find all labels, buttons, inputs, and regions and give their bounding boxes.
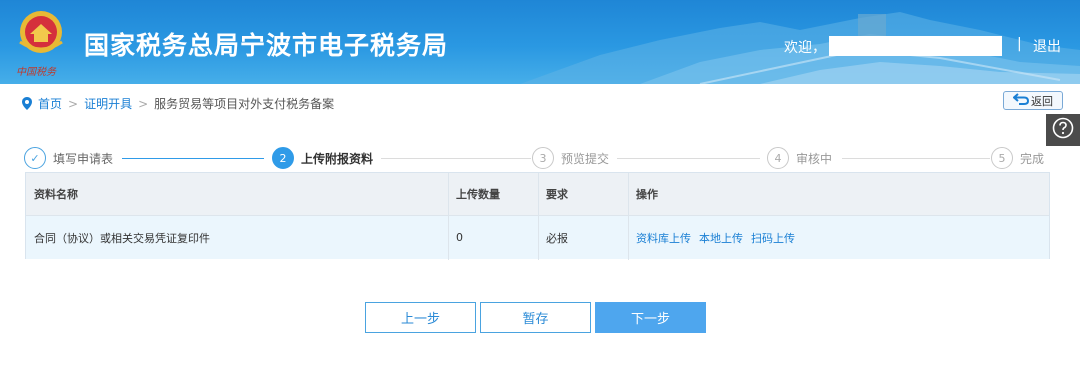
header-separator: | [1017, 36, 1022, 52]
save-draft-button[interactable]: 暂存 [480, 302, 591, 333]
step-connector [122, 158, 264, 159]
step-connector [617, 158, 760, 159]
return-arrow-icon [1012, 93, 1030, 108]
welcome-text: 欢迎， [784, 40, 826, 56]
material-name: 合同（协议）或相关交易凭证复印件 [34, 231, 210, 245]
username-redacted [829, 36, 1002, 56]
upload-count: 0 [456, 231, 463, 244]
step-under-review: 4 审核中 [767, 147, 832, 169]
progress-steps: ✓ 填写申请表 2 上传附报资料 3 预览提交 4 审核中 5 完成 [24, 147, 1054, 171]
step-number: 4 [767, 147, 789, 169]
step-number: 2 [272, 147, 294, 169]
back-button[interactable]: 返回 [1003, 91, 1063, 110]
step-label: 完成 [1020, 151, 1045, 166]
step-connector [381, 158, 531, 159]
location-pin-icon [22, 97, 32, 110]
step-complete: 5 完成 [991, 147, 1044, 169]
breadcrumb-arrow: > [138, 96, 149, 111]
next-step-button[interactable]: 下一步 [595, 302, 706, 333]
breadcrumb-home-link[interactable]: 首页 [38, 95, 62, 112]
actions-cell: 资料库上传 本地上传 扫码上传 [628, 216, 1048, 259]
breadcrumb: 首页 > 证明开具 > 服务贸易等项目对外支付税务备案 [22, 95, 334, 112]
back-button-label: 返回 [1031, 94, 1053, 108]
help-button[interactable] [1046, 114, 1080, 146]
step-label: 填写申请表 [53, 151, 114, 166]
step-number: 5 [991, 147, 1013, 169]
step-label: 预览提交 [561, 151, 610, 166]
breadcrumb-current: 服务贸易等项目对外支付税务备案 [154, 97, 335, 111]
step-connector [842, 158, 990, 159]
column-divider [538, 173, 539, 260]
checkmark-icon: ✓ [24, 147, 46, 169]
header-banner: 中国税务 国家税务总局宁波市电子税务局 欢迎， | 退出 [0, 0, 1080, 84]
breadcrumb-certificate-link[interactable]: 证明开具 [84, 95, 132, 112]
emblem-text: 中国税务 [16, 67, 56, 78]
column-header-requirement: 要求 [546, 188, 568, 201]
step-fill-form: ✓ 填写申请表 [24, 147, 113, 169]
local-upload-link[interactable]: 本地上传 [699, 230, 743, 246]
site-title: 国家税务总局宁波市电子税务局 [84, 31, 449, 60]
tax-emblem-logo: 中国税务 [12, 6, 70, 78]
step-number: 3 [532, 147, 554, 169]
step-preview-submit: 3 预览提交 [532, 147, 609, 169]
previous-step-button[interactable]: 上一步 [365, 302, 476, 333]
column-header-name: 资料名称 [34, 188, 78, 201]
column-divider [448, 173, 449, 260]
step-upload-materials: 2 上传附报资料 [272, 147, 373, 169]
step-label: 审核中 [796, 151, 833, 166]
scan-upload-link[interactable]: 扫码上传 [751, 230, 795, 246]
step-label: 上传附报资料 [301, 151, 374, 166]
breadcrumb-arrow: > [68, 96, 79, 111]
column-header-actions: 操作 [636, 188, 658, 201]
question-icon [1052, 117, 1074, 143]
column-header-count: 上传数量 [456, 188, 500, 201]
column-divider [628, 173, 629, 260]
library-upload-link[interactable]: 资料库上传 [636, 230, 691, 246]
attachments-table: 资料名称 上传数量 要求 操作 合同（协议）或相关交易凭证复印件 0 必报 资料… [25, 172, 1050, 260]
requirement: 必报 [546, 231, 568, 245]
logout-link[interactable]: 退出 [1033, 36, 1061, 56]
